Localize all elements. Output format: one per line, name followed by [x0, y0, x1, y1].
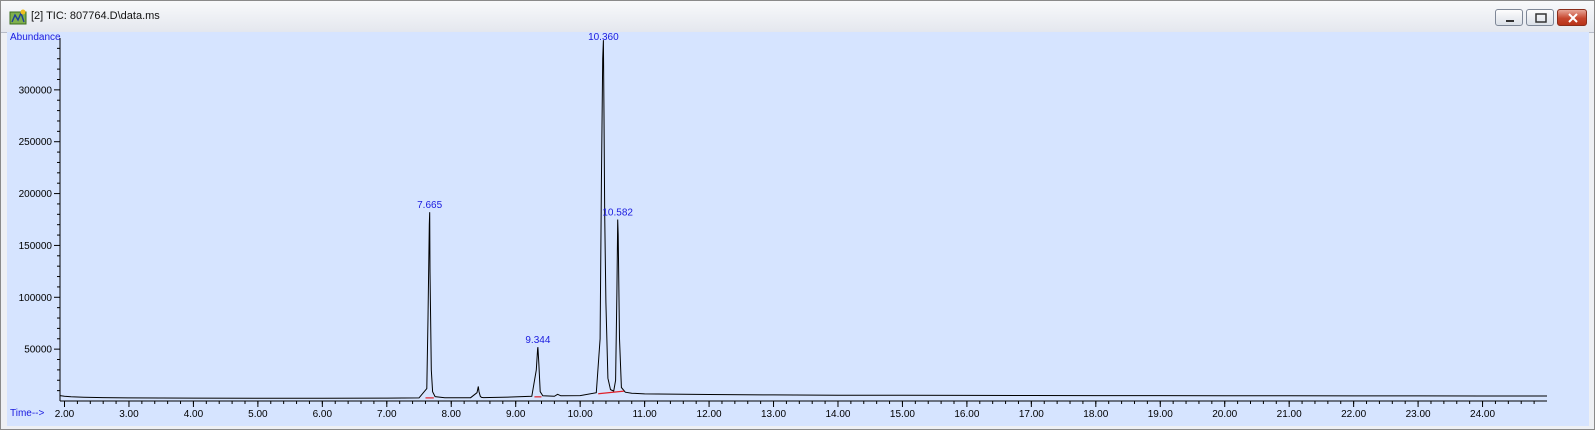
chromatogram-window: [2] TIC: 807764.D\data.ms 50000 100000 150…: [0, 0, 1595, 430]
y-axis-label: Abundance: [10, 32, 61, 43]
minimize-icon: [1506, 20, 1514, 22]
close-button[interactable]: [1557, 9, 1587, 26]
x-tick-label: 23.00: [1406, 409, 1431, 420]
plot-background: [7, 32, 1589, 426]
title-bar[interactable]: [2] TIC: 807764.D\data.ms: [1, 1, 1594, 33]
x-tick-label: 16.00: [954, 409, 979, 420]
chromatogram-app-icon: [9, 9, 27, 25]
x-tick-label: 14.00: [825, 409, 850, 420]
y-tick-label: 250000: [19, 137, 53, 148]
x-tick-label: 8.00: [442, 409, 462, 420]
x-tick-label: 20.00: [1212, 409, 1237, 420]
x-tick-label: 12.00: [697, 409, 722, 420]
x-tick-label: 21.00: [1277, 409, 1302, 420]
peak-label: 7.665: [417, 200, 442, 211]
x-tick-label: 3.00: [119, 409, 139, 420]
x-tick-label: 18.00: [1083, 409, 1108, 420]
x-tick-label: 24.00: [1470, 409, 1495, 420]
chromatogram-plot[interactable]: 50000 100000 150000 200000 250000 300000 2.00…: [7, 32, 1589, 426]
x-tick-label: 2.00: [55, 409, 75, 420]
x-axis-label: Time-->: [10, 408, 45, 419]
window-title: [2] TIC: 807764.D\data.ms: [31, 10, 160, 22]
y-tick-label: 200000: [19, 189, 53, 200]
y-tick-label: 100000: [19, 293, 53, 304]
y-tick-label: 150000: [19, 241, 53, 252]
peak-label: 9.344: [525, 335, 550, 346]
minimize-button[interactable]: [1495, 9, 1523, 26]
peak-label: 10.360: [588, 32, 619, 43]
y-tick-label: 50000: [24, 345, 52, 356]
maximize-button[interactable]: [1526, 9, 1554, 26]
x-tick-label: 15.00: [890, 409, 915, 420]
x-tick-label: 4.00: [184, 409, 204, 420]
restore-icon: [1535, 13, 1547, 23]
x-tick-label: 9.00: [506, 409, 526, 420]
x-tick-label: 10.00: [568, 409, 593, 420]
x-tick-label: 19.00: [1148, 409, 1173, 420]
x-tick-label: 22.00: [1341, 409, 1366, 420]
y-tick-label: 300000: [19, 85, 53, 96]
x-tick-label: 6.00: [313, 409, 333, 420]
x-tick-label: 11.00: [632, 409, 657, 420]
x-tick-label: 5.00: [248, 409, 268, 420]
x-tick-label: 17.00: [1019, 409, 1044, 420]
x-tick-label: 13.00: [761, 409, 786, 420]
close-icon: [1568, 13, 1578, 23]
x-tick-label: 7.00: [377, 409, 397, 420]
peak-label: 10.582: [602, 208, 633, 219]
